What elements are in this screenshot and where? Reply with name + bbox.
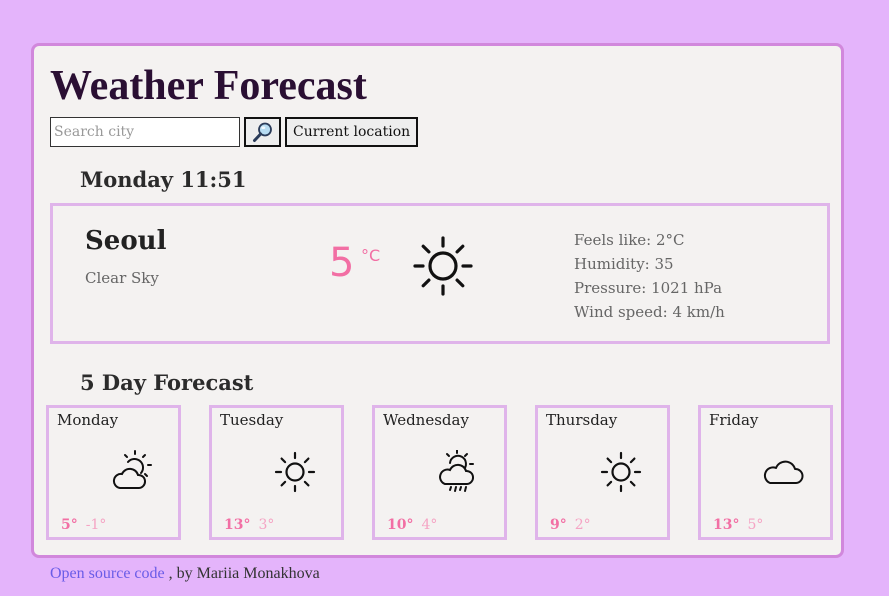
temperature-unit[interactable]: °C bbox=[361, 246, 380, 265]
forecast-day-name: Friday bbox=[709, 411, 759, 429]
forecast-min-temp: 5° bbox=[747, 517, 764, 533]
forecast-day-name: Tuesday bbox=[220, 411, 284, 429]
forecast-list: Monday 5° -1° Tuesday 13° 3° Wednesday 1… bbox=[46, 405, 833, 540]
search-input[interactable] bbox=[50, 117, 240, 147]
forecast-day: Monday 5° -1° bbox=[46, 405, 181, 540]
forecast-day-name: Wednesday bbox=[383, 411, 469, 429]
forecast-max-temp: 5° bbox=[61, 517, 78, 533]
forecast-min-temp: 3° bbox=[258, 517, 275, 533]
forecast-day: Tuesday 13° 3° bbox=[209, 405, 344, 540]
current-temperature: 5 bbox=[329, 240, 355, 286]
sun-icon bbox=[600, 451, 642, 493]
author-credit: , by Mariia Monakhova bbox=[168, 565, 320, 582]
source-code-link[interactable]: Open source code bbox=[50, 565, 165, 582]
forecast-title: 5 Day Forecast bbox=[80, 370, 254, 395]
search-form: Current location bbox=[50, 117, 419, 147]
weather-details: Feels like: 2°C Humidity: 35 Pressure: 1… bbox=[574, 228, 725, 324]
forecast-min-temp: -1° bbox=[85, 517, 107, 533]
humidity: Humidity: 35 bbox=[574, 255, 674, 273]
forecast-max-temp: 13° bbox=[224, 517, 251, 533]
forecast-day-name: Monday bbox=[57, 411, 119, 429]
forecast-day-temps: 13° 5° bbox=[713, 517, 763, 533]
city-name: Seoul bbox=[85, 226, 167, 256]
magnifier-icon bbox=[252, 122, 272, 142]
cloud-icon bbox=[763, 460, 804, 484]
current-weather-panel: Seoul Clear Sky 5 °C Feels like: 2°C Hum… bbox=[50, 203, 830, 344]
forecast-min-temp: 4° bbox=[421, 517, 438, 533]
sun-icon bbox=[274, 451, 316, 493]
forecast-day: Friday 13° 5° bbox=[698, 405, 833, 540]
forecast-day-temps: 13° 3° bbox=[224, 517, 274, 533]
feels-like: Feels like: 2°C bbox=[574, 231, 685, 249]
forecast-max-temp: 13° bbox=[713, 517, 740, 533]
page-title: Weather Forecast bbox=[50, 63, 367, 109]
pressure: Pressure: 1021 hPa bbox=[574, 279, 723, 297]
forecast-max-temp: 10° bbox=[387, 517, 414, 533]
forecast-day-temps: 9° 2° bbox=[550, 517, 591, 533]
partly-cloudy-icon bbox=[112, 450, 152, 489]
forecast-max-temp: 9° bbox=[550, 517, 567, 533]
forecast-day-temps: 10° 4° bbox=[387, 517, 437, 533]
search-button[interactable] bbox=[244, 117, 281, 147]
forecast-day: Wednesday 10° 4° bbox=[372, 405, 507, 540]
weather-card: Weather Forecast Current location Monday… bbox=[31, 43, 844, 558]
current-location-button[interactable]: Current location bbox=[285, 117, 419, 147]
current-datetime: Monday 11:51 bbox=[80, 167, 247, 192]
weather-description: Clear Sky bbox=[85, 269, 159, 287]
sun-cloud-rain-icon bbox=[439, 450, 474, 492]
forecast-day: Thursday 9° 2° bbox=[535, 405, 670, 540]
sun-icon bbox=[413, 236, 473, 296]
forecast-day-name: Thursday bbox=[546, 411, 618, 429]
footer: Open source code , by Mariia Monakhova bbox=[50, 565, 320, 583]
forecast-day-temps: 5° -1° bbox=[61, 517, 106, 533]
wind-speed: Wind speed: 4 km/h bbox=[574, 303, 725, 321]
forecast-min-temp: 2° bbox=[574, 517, 591, 533]
